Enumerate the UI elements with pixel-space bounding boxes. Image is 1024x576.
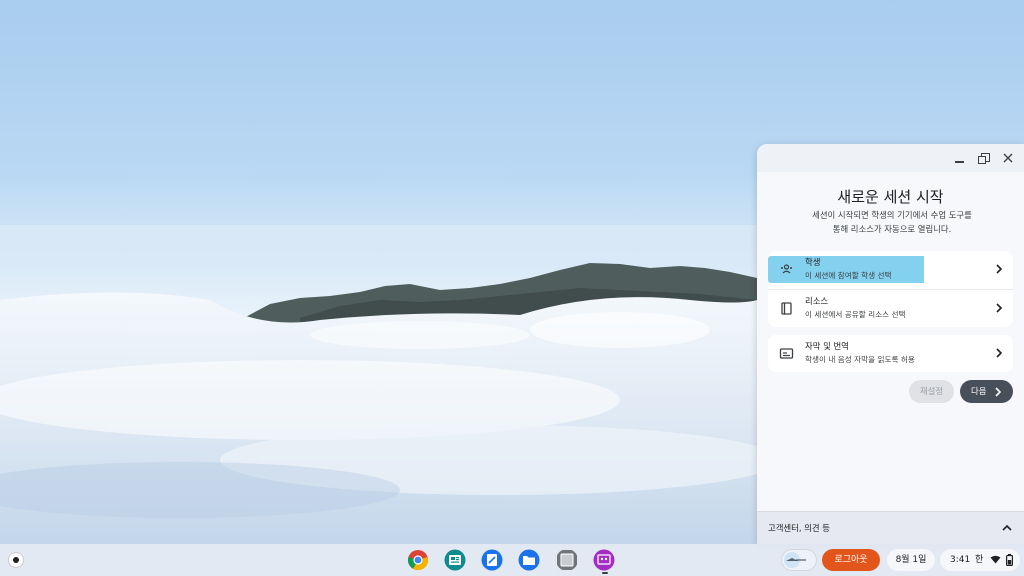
chevron-up-icon (1002, 524, 1012, 531)
classroom-icon[interactable] (444, 549, 466, 571)
pen-app-icon[interactable] (481, 549, 503, 571)
panel-title: 새로운 세션 시작 (837, 188, 944, 206)
date-button[interactable]: 8월 1일 (887, 549, 935, 571)
chevron-right-icon (996, 303, 1003, 313)
chevron-right-icon (995, 387, 1002, 397)
status-area[interactable]: 3:41 한 (940, 549, 1020, 571)
captions-title: 자막 및 번역 (805, 341, 849, 351)
captions-subtitle: 학생이 내 음성 자막을 읽도록 허용 (805, 355, 915, 364)
wallpaper-thumbnail-icon (784, 552, 806, 568)
chrome-icon[interactable] (407, 549, 429, 571)
panel-titlebar (757, 144, 1024, 172)
ime-indicator: 한 (975, 555, 984, 565)
class-tools-icon[interactable] (593, 549, 615, 571)
next-button-label: 다음 (971, 386, 987, 396)
chevron-right-icon (996, 348, 1003, 358)
reset-button[interactable]: 재설정 (909, 380, 954, 403)
next-button[interactable]: 다음 (960, 380, 1013, 403)
phone-hub-button[interactable] (782, 550, 816, 570)
clock-time: 3:41 (950, 555, 971, 565)
running-indicator (602, 572, 608, 574)
shelf: 로그아웃 8월 1일 3:41 한 (0, 544, 1024, 576)
launcher-icon (13, 557, 19, 563)
captions-icon (779, 348, 794, 359)
restore-icon-back (978, 156, 986, 164)
files-icon[interactable] (518, 549, 540, 571)
resources-title: 리소스 (805, 296, 829, 306)
chevron-right-icon (996, 264, 1003, 274)
captions-card: 자막 및 번역 학생이 내 음성 자막을 읽도록 허용 (768, 335, 1013, 372)
close-icon (1003, 153, 1013, 163)
panel-description: 세션이 시작되면 학생의 기기에서 수업 도구를 통해 리소스가 자동으로 열립… (812, 210, 972, 234)
students-title: 학생 (805, 257, 821, 267)
wifi-icon (990, 555, 1001, 564)
setup-card: 학생 이 세션에 참여할 학생 선택 리소스 이 세션에서 공유할 리소스 선택 (768, 251, 1013, 327)
class-tools-panel: 새로운 세션 시작 세션이 시작되면 학생의 기기에서 수업 도구를 통해 리소… (757, 144, 1024, 544)
students-row[interactable]: 학생 이 세션에 참여할 학생 선택 (768, 251, 1013, 288)
help-footer-label: 고객센터, 의견 등 (768, 523, 830, 533)
book-icon (781, 302, 792, 315)
resources-subtitle: 이 세션에서 공유할 리소스 선택 (805, 310, 906, 319)
resources-row[interactable]: 리소스 이 세션에서 공유할 리소스 선택 (768, 289, 1013, 327)
close-button[interactable] (999, 149, 1017, 167)
screen-capture-icon[interactable] (556, 549, 578, 571)
battery-icon (1006, 554, 1013, 566)
minimize-button[interactable] (951, 149, 969, 167)
minimize-icon (955, 161, 964, 163)
launcher-button[interactable] (9, 553, 23, 567)
logout-button[interactable]: 로그아웃 (822, 549, 880, 571)
restore-button[interactable] (975, 149, 993, 167)
students-subtitle: 이 세션에 참여할 학생 선택 (805, 271, 892, 280)
captions-row[interactable]: 자막 및 번역 학생이 내 음성 자막을 읽도록 허용 (768, 335, 1013, 372)
students-icon (781, 264, 792, 274)
help-footer[interactable]: 고객센터, 의견 등 (757, 511, 1024, 544)
